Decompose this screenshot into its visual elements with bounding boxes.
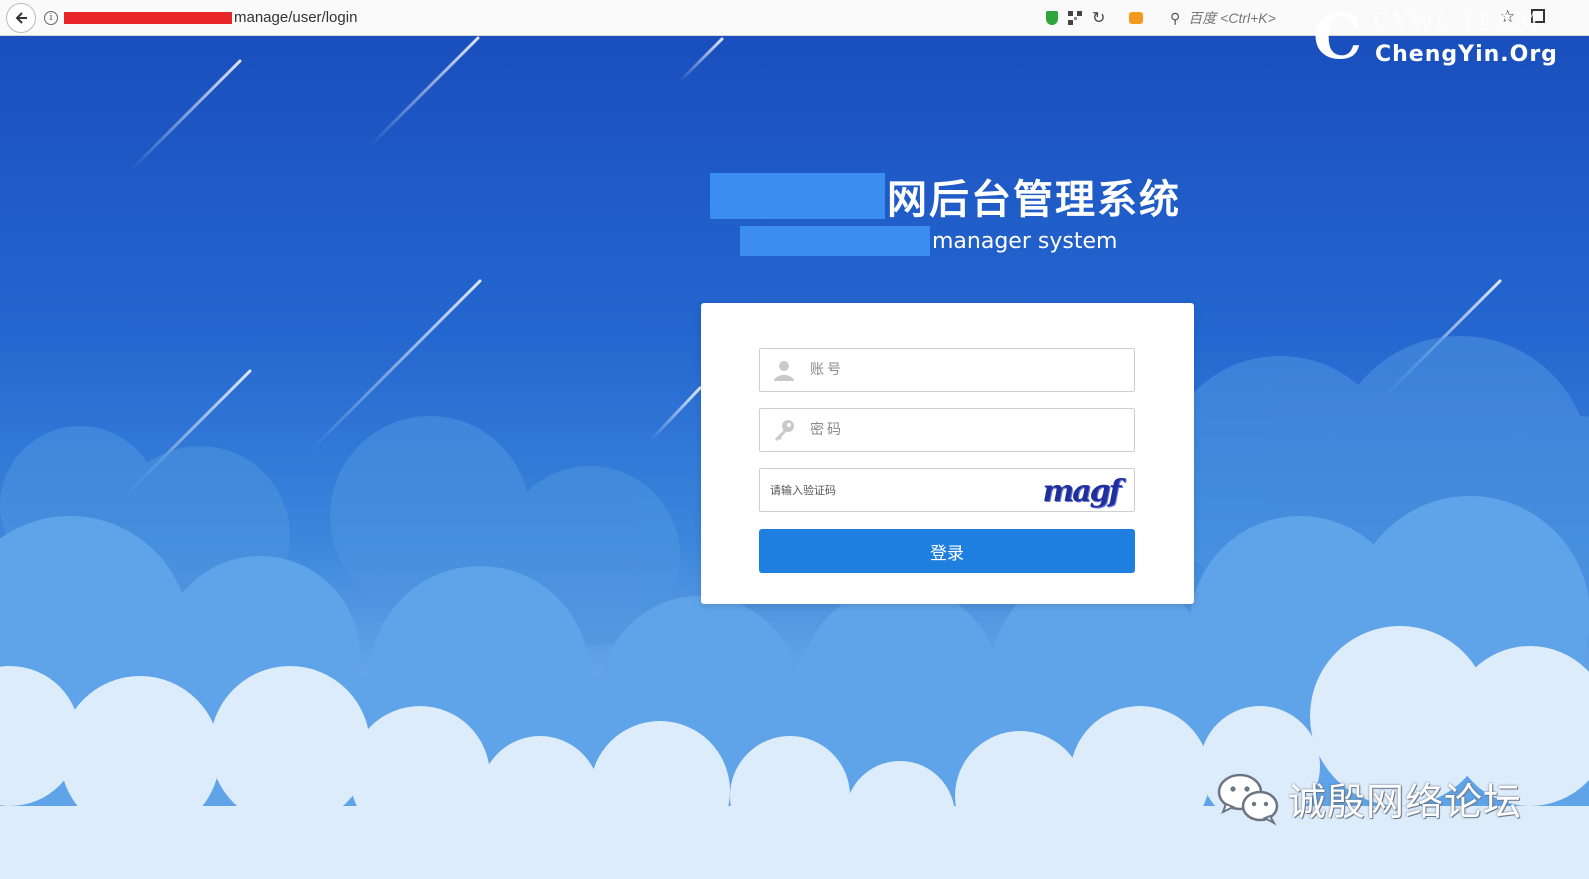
user-icon — [760, 349, 808, 391]
title-redaction — [710, 173, 885, 219]
username-field-wrapper — [759, 348, 1135, 392]
wechat-icon — [1217, 773, 1279, 826]
url-redaction — [64, 11, 232, 24]
search-icon: ⚲ — [1170, 9, 1181, 26]
watermark-c-logo: C — [1313, 0, 1363, 73]
password-input[interactable] — [808, 408, 1112, 452]
extension-icon[interactable] — [1129, 12, 1144, 24]
captcha-field-wrapper: magf — [759, 468, 1135, 512]
site-info-icon[interactable]: i — [44, 10, 58, 25]
login-form: magf 登录 — [701, 303, 1194, 604]
username-input[interactable] — [808, 348, 1112, 392]
shield-icon[interactable] — [1046, 11, 1058, 25]
qr-code-icon[interactable] — [1068, 11, 1082, 25]
back-button[interactable] — [6, 2, 36, 33]
forum-watermark: 诚殷网络论坛 — [1216, 770, 1522, 826]
password-field-wrapper — [759, 408, 1135, 452]
captcha-input[interactable] — [768, 468, 1022, 512]
search-placeholder: 百度 <Ctrl+K> — [1188, 10, 1276, 26]
page-subtitle-text: manager system — [932, 228, 1118, 254]
back-arrow-icon — [15, 11, 27, 24]
forum-brand: 诚殷网络论坛 — [1288, 779, 1523, 824]
cywl-watermark: C CYWL TEAM ChengYin.Org — [1313, 0, 1563, 76]
page-title: 网后台管理系统 — [710, 172, 1181, 223]
login-button[interactable]: 登录 — [759, 529, 1135, 573]
page-title-text: 网后台管理系统 — [887, 177, 1181, 223]
reload-icon[interactable]: ↻ — [1092, 8, 1105, 28]
subtitle-redaction — [740, 226, 930, 256]
watermark-team: CYWL TEAM — [1373, 8, 1540, 36]
page-subtitle: manager system — [740, 222, 1117, 260]
captcha-image[interactable]: magf — [1036, 473, 1126, 509]
key-icon — [760, 409, 808, 451]
watermark-site: ChengYin.Org — [1375, 42, 1558, 67]
address-bar-url[interactable]: manage/user/login — [234, 9, 357, 26]
